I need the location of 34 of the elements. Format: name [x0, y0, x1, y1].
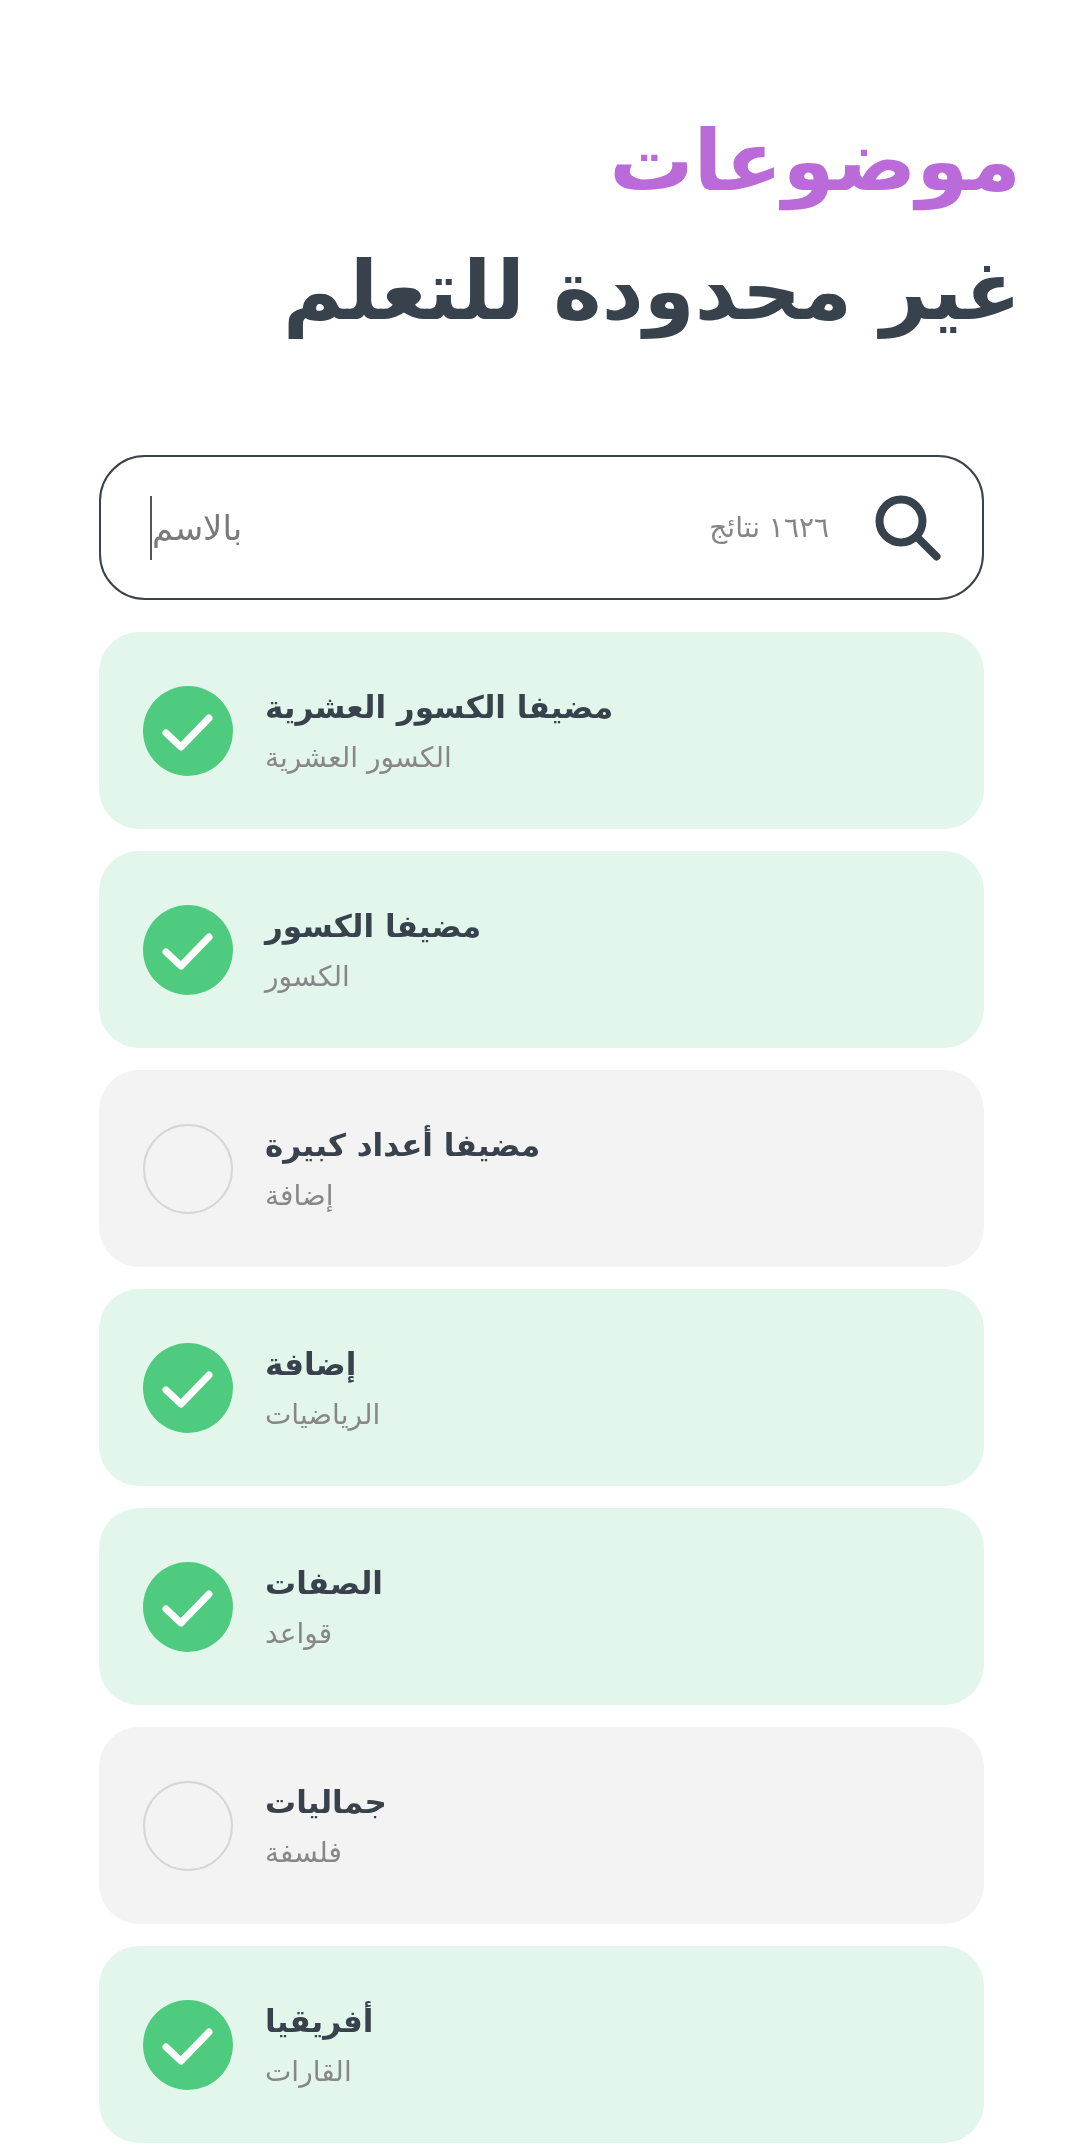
check-circle-icon[interactable] — [143, 1999, 233, 2090]
topic-title: الصفات — [265, 1563, 383, 1603]
topic-card[interactable]: مضيفا أعداد كبيرة إضافة — [99, 1070, 984, 1267]
title-accent: موضوعات — [609, 111, 1021, 213]
topic-title: مضيفا الكسور — [265, 906, 482, 947]
topic-card[interactable]: أفريقيا القارات — [99, 1946, 984, 2143]
topic-title: إضافة — [265, 1344, 357, 1385]
topic-card[interactable]: جماليات فلسفة — [99, 1727, 984, 1924]
topic-title: مضيفا الكسور العشرية — [265, 687, 614, 728]
topic-category: إضافة — [265, 1177, 334, 1214]
topic-title: جماليات — [265, 1782, 387, 1822]
text-cursor — [150, 495, 152, 560]
topic-category: الرياضيات — [265, 1396, 381, 1433]
topic-card[interactable]: إضافة الرياضيات — [99, 1289, 984, 1486]
topic-category: القارات — [265, 2053, 352, 2090]
topic-category: الكسور العشرية — [265, 739, 452, 776]
topic-category: الكسور — [265, 958, 350, 995]
search-input[interactable]: بالاسم — [152, 507, 690, 548]
title: غير محدودة للتعلم — [282, 242, 1021, 341]
topic-title: أفريقيا — [265, 2000, 374, 2042]
topic-category: قواعد — [265, 1615, 333, 1652]
topic-category: فلسفة — [265, 1834, 342, 1871]
check-circle-icon[interactable] — [143, 1561, 233, 1652]
topic-card[interactable]: الصفات قواعد — [99, 1508, 984, 1705]
check-circle-icon[interactable] — [143, 685, 233, 776]
result-count: ١٦٢٦ نتائج — [709, 511, 829, 544]
topic-card[interactable]: مضيفا الكسور العشرية الكسور العشرية — [99, 632, 984, 829]
search-icon[interactable] — [875, 494, 941, 561]
topic-title: مضيفا أعداد كبيرة — [265, 1124, 541, 1166]
empty-circle-icon[interactable] — [143, 1780, 233, 1871]
empty-circle-icon[interactable] — [143, 1123, 233, 1214]
check-circle-icon[interactable] — [143, 1342, 233, 1433]
check-circle-icon[interactable] — [143, 904, 233, 995]
topic-card[interactable]: مضيفا الكسور الكسور — [99, 851, 984, 1048]
